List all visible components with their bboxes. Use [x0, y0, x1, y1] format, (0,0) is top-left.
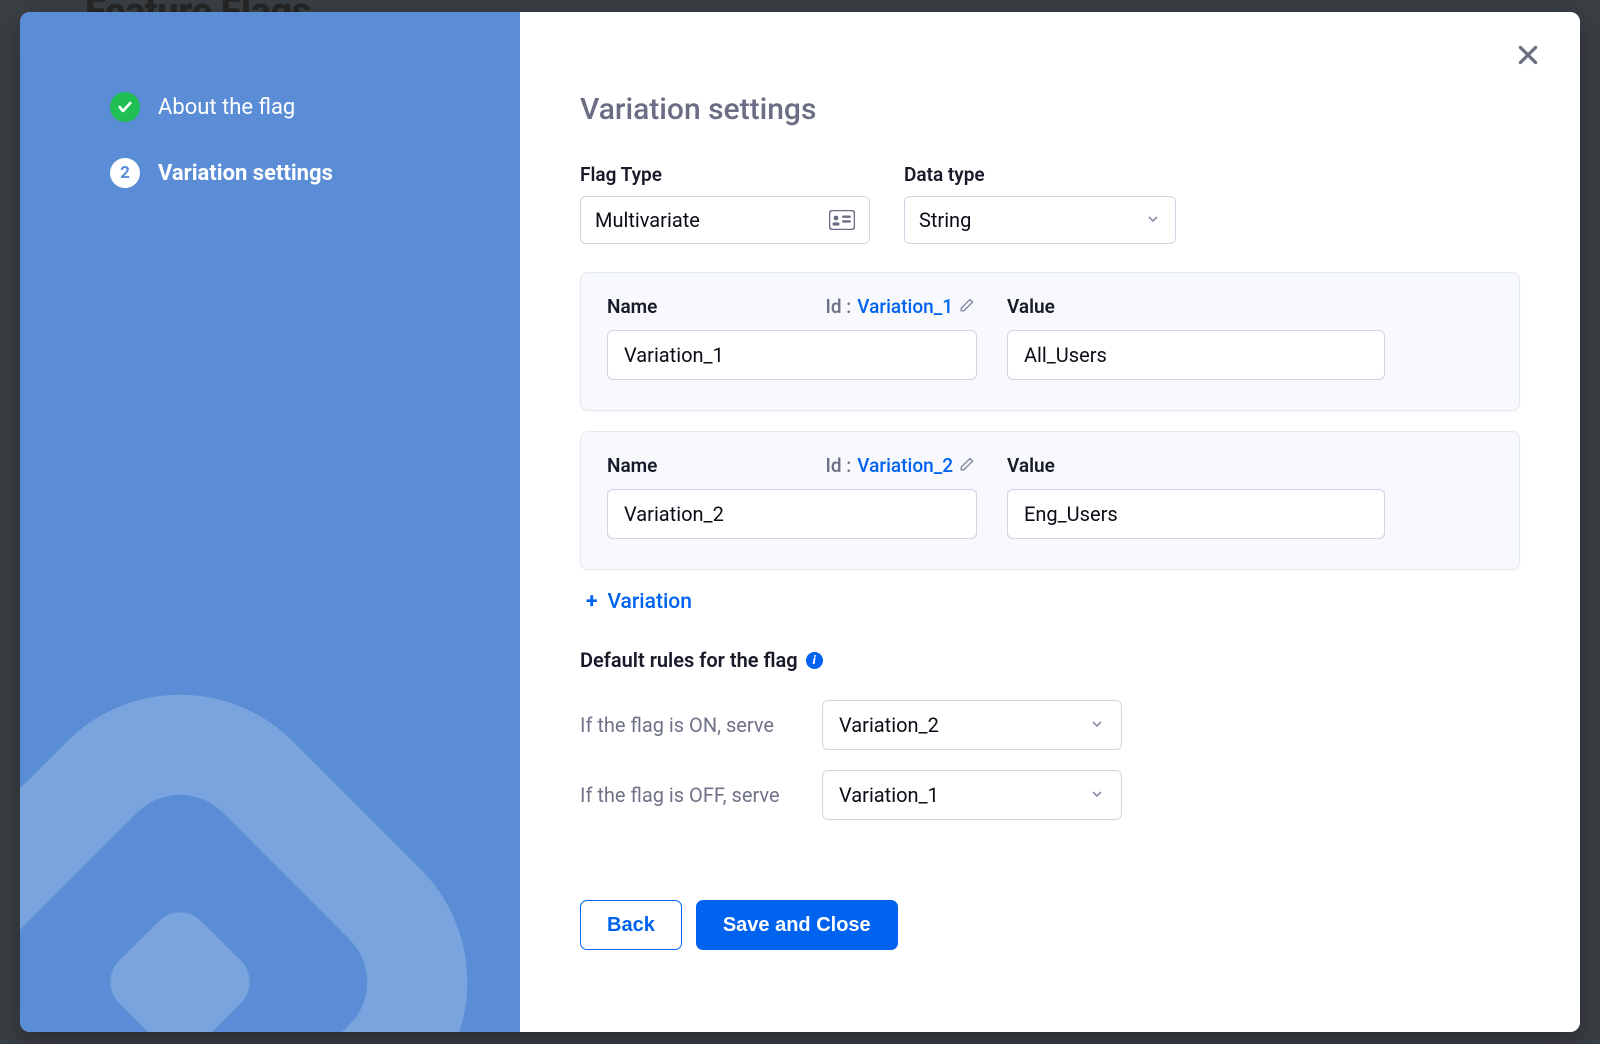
- plus-icon: +: [586, 590, 597, 614]
- variation-id-value: Variation_1: [857, 295, 953, 318]
- variation-card: Name Id : Variation_2 Variation_2: [580, 431, 1520, 570]
- rule-on-label: If the flag is ON, serve: [580, 712, 806, 739]
- chevron-down-icon: [1145, 208, 1161, 232]
- page-title: Variation settings: [580, 92, 1520, 127]
- card-icon: [829, 210, 855, 230]
- flag-type-value: Multivariate: [595, 208, 700, 232]
- data-type-group: Data type String: [904, 163, 1176, 244]
- wizard-step-variation[interactable]: 2 Variation settings: [110, 158, 475, 188]
- step-number-badge: 2: [110, 158, 140, 188]
- default-rules-heading: Default rules for the flag i: [580, 648, 1520, 672]
- rule-off-select[interactable]: Variation_1: [822, 770, 1122, 820]
- variation-value-column: Value Eng_Users: [1007, 454, 1385, 539]
- chevron-down-icon: [1089, 783, 1105, 807]
- rule-on-value: Variation_2: [839, 713, 939, 737]
- rule-off-value: Variation_1: [839, 783, 939, 807]
- footer-actions: Back Save and Close: [580, 900, 1520, 950]
- variation-card: Name Id : Variation_1 Variation_1: [580, 272, 1520, 411]
- flag-type-group: Flag Type Multivariate: [580, 163, 870, 244]
- add-variation-button[interactable]: + Variation: [586, 590, 1520, 614]
- variation-name-input[interactable]: Variation_1: [607, 330, 977, 380]
- rule-on-select[interactable]: Variation_2: [822, 700, 1122, 750]
- sidebar-decoration: [20, 672, 490, 1032]
- variation-name-input[interactable]: Variation_2: [607, 489, 977, 539]
- wizard-modal: About the flag 2 Variation settings Vari…: [20, 12, 1580, 1032]
- variation-id: Id : Variation_2: [825, 454, 977, 477]
- close-icon: [1515, 42, 1541, 68]
- close-button[interactable]: [1510, 38, 1546, 74]
- variation-name-label: Name: [607, 454, 657, 477]
- edit-icon[interactable]: [959, 454, 977, 477]
- variation-id-value: Variation_2: [857, 454, 953, 477]
- variation-value-input[interactable]: Eng_Users: [1007, 489, 1385, 539]
- wizard-sidebar: About the flag 2 Variation settings: [20, 12, 520, 1032]
- rule-on-row: If the flag is ON, serve Variation_2: [580, 700, 1520, 750]
- chevron-down-icon: [1089, 713, 1105, 737]
- wizard-main-panel: Variation settings Flag Type Multivariat…: [520, 12, 1580, 1032]
- save-and-close-button[interactable]: Save and Close: [696, 900, 898, 950]
- variation-id: Id : Variation_1: [825, 295, 977, 318]
- add-variation-label: Variation: [607, 590, 691, 614]
- variation-name-column: Name Id : Variation_2 Variation_2: [607, 454, 977, 539]
- type-row: Flag Type Multivariate Data type String: [580, 163, 1520, 244]
- check-icon: [110, 92, 140, 122]
- data-type-value: String: [919, 208, 971, 232]
- edit-icon[interactable]: [959, 295, 977, 318]
- variation-name-label: Name: [607, 295, 657, 318]
- rule-off-row: If the flag is OFF, serve Variation_1: [580, 770, 1520, 820]
- variation-value-column: Value All_Users: [1007, 295, 1385, 380]
- variation-name-column: Name Id : Variation_1 Variation_1: [607, 295, 977, 380]
- wizard-step-about[interactable]: About the flag: [110, 92, 475, 122]
- data-type-select[interactable]: String: [904, 196, 1176, 244]
- info-icon[interactable]: i: [806, 652, 823, 669]
- wizard-step-label: About the flag: [158, 95, 295, 120]
- modal-backdrop: Feature Flags About the flag 2 Variation…: [0, 0, 1600, 1044]
- data-type-label: Data type: [904, 163, 1176, 186]
- flag-type-label: Flag Type: [580, 163, 870, 186]
- flag-type-select[interactable]: Multivariate: [580, 196, 870, 244]
- variation-value-label: Value: [1007, 454, 1055, 477]
- back-button[interactable]: Back: [580, 900, 682, 950]
- wizard-step-label: Variation settings: [158, 161, 333, 186]
- variation-value-label: Value: [1007, 295, 1055, 318]
- variation-value-input[interactable]: All_Users: [1007, 330, 1385, 380]
- rule-off-label: If the flag is OFF, serve: [580, 782, 806, 809]
